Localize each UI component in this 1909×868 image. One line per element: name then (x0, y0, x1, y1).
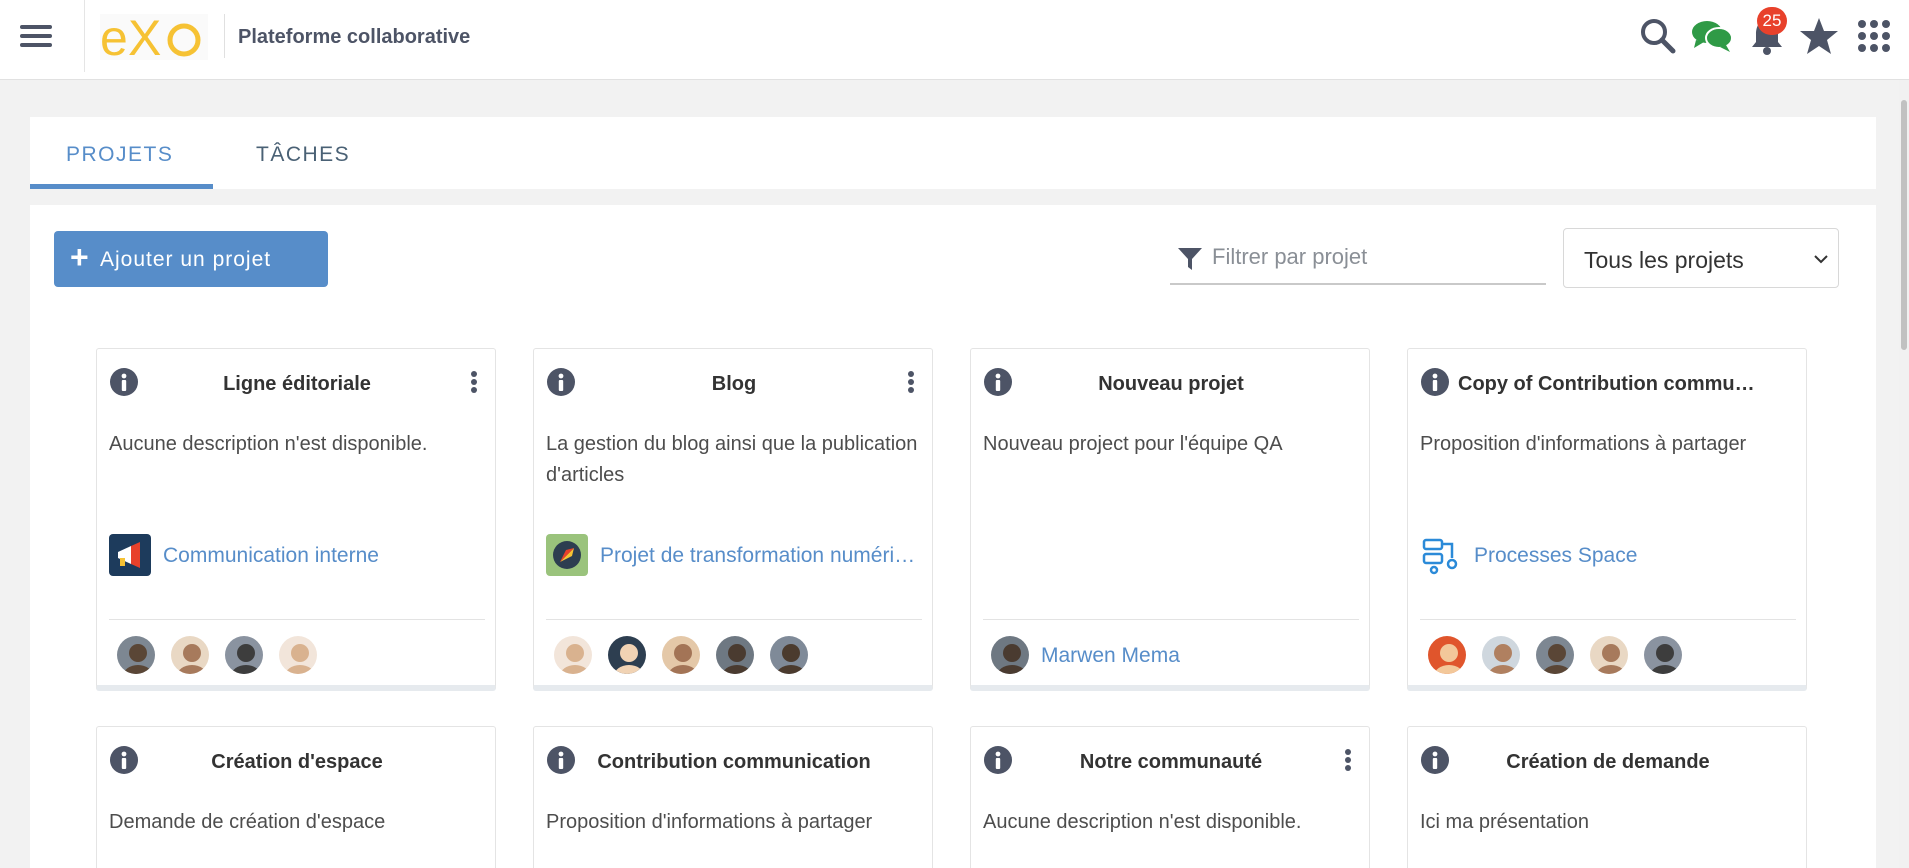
avatar[interactable] (989, 634, 1031, 676)
notification-badge: 25 (1757, 7, 1787, 35)
info-icon[interactable] (983, 367, 1013, 397)
avatar[interactable] (768, 634, 810, 676)
project-space: Projet de transformation numérique (546, 534, 922, 576)
divider (546, 619, 922, 620)
project-description: Nouveau project pour l'équipe QA (983, 433, 1283, 455)
project-title: Copy of Contribution communication (1458, 373, 1758, 395)
project-description: Aucune description n'est disponible. (109, 433, 428, 455)
apps-grid-icon[interactable] (1854, 16, 1894, 56)
project-title: Contribution communication (597, 751, 871, 773)
project-card[interactable]: Copy of Contribution communication Propos… (1407, 348, 1807, 691)
project-description: Proposition d'informations à partager (1420, 433, 1747, 455)
avatar[interactable] (660, 634, 702, 676)
tab-taches[interactable]: TÂCHES (243, 117, 393, 189)
info-icon[interactable] (546, 367, 576, 397)
project-space: Processes Space (1420, 534, 1796, 576)
project-card[interactable]: Ligne éditoriale Aucune description n'est… (96, 348, 496, 691)
info-icon[interactable] (109, 367, 139, 397)
process-flow-icon (1420, 534, 1462, 576)
info-icon[interactable] (109, 745, 139, 775)
project-description: La gestion du blog ainsi que la publicat… (546, 433, 918, 486)
star-icon[interactable] (1799, 16, 1839, 56)
plus-icon: + (70, 239, 90, 275)
project-card[interactable]: Notre communauté Aucune description n'est… (970, 726, 1370, 868)
chat-icon[interactable] (1690, 16, 1733, 56)
project-type-select[interactable]: Tous les projets (1563, 228, 1839, 288)
project-title: Ligne éditoriale (223, 373, 371, 395)
tab-projets[interactable]: PROJETS (30, 117, 213, 189)
avatar[interactable] (169, 634, 211, 676)
chevron-down-icon (1814, 255, 1828, 264)
avatar[interactable] (115, 634, 157, 676)
avatar[interactable] (606, 634, 648, 676)
divider (1420, 619, 1796, 620)
more-options-icon[interactable] (1341, 747, 1355, 777)
project-title: Création d'espace (211, 751, 383, 773)
project-title: Création de demande (1506, 751, 1710, 773)
filter-input[interactable] (1212, 239, 1532, 275)
avatar[interactable] (277, 634, 319, 676)
scrollbar-thumb[interactable] (1901, 100, 1907, 350)
scrollbar[interactable] (1899, 80, 1909, 868)
select-value: Tous les projets (1584, 247, 1744, 273)
project-title: Notre communauté (1079, 751, 1263, 773)
project-card[interactable]: Contribution communication Proposition d'… (533, 726, 933, 868)
manager-name[interactable]: Marwen Mema (1041, 644, 1180, 668)
project-card[interactable]: Blog La gestion du blog ainsi que la publ… (533, 348, 933, 691)
search-icon[interactable] (1638, 16, 1678, 56)
avatar[interactable] (1534, 634, 1576, 676)
more-options-icon[interactable] (904, 369, 918, 399)
info-icon[interactable] (1420, 745, 1450, 775)
add-project-label: Ajouter un projet (100, 248, 272, 271)
app-title: Plateforme collaborative (238, 26, 471, 48)
project-card[interactable]: Création de demande Ici ma présentation (1407, 726, 1807, 868)
space-link[interactable]: Projet de transformation numérique (600, 544, 920, 568)
tabs-bar: PROJETS TÂCHES (30, 117, 1876, 189)
menu-icon[interactable] (20, 20, 54, 54)
avatar[interactable] (714, 634, 756, 676)
avatar[interactable] (1426, 634, 1468, 676)
avatar[interactable] (1480, 634, 1522, 676)
project-description: Demande de création d'espace (109, 811, 386, 833)
project-description: Proposition d'informations à partager (546, 811, 873, 833)
project-description: Ici ma présentation (1420, 811, 1589, 833)
project-title: Nouveau projet (1098, 373, 1244, 395)
project-filter (1170, 235, 1546, 285)
divider (224, 14, 225, 58)
svg-text:X: X (128, 14, 161, 60)
tab-label: TÂCHES (256, 143, 351, 166)
divider (84, 0, 85, 72)
project-card[interactable]: Nouveau projet Nouveau project pour l'équ… (970, 348, 1370, 691)
project-title: Blog (711, 373, 757, 395)
divider (983, 619, 1359, 620)
more-options-icon[interactable] (467, 369, 481, 399)
info-icon[interactable] (1420, 367, 1450, 397)
space-link[interactable]: Processes Space (1474, 544, 1794, 568)
rocket-icon (546, 534, 588, 576)
space-link[interactable]: Communication interne (163, 544, 483, 568)
divider (109, 619, 485, 620)
project-space: Communication interne (109, 534, 485, 576)
project-description: Aucune description n'est disponible. (983, 811, 1302, 833)
avatar[interactable] (1588, 634, 1630, 676)
company-logo[interactable]: e X (100, 10, 208, 66)
tab-label: PROJETS (66, 143, 174, 166)
info-icon[interactable] (983, 745, 1013, 775)
avatar[interactable] (552, 634, 594, 676)
info-icon[interactable] (546, 745, 576, 775)
project-card[interactable]: Création d'espace Demande de création d'e… (96, 726, 496, 868)
avatar[interactable] (1642, 634, 1684, 676)
add-project-button[interactable]: + Ajouter un projet (54, 231, 328, 287)
avatar[interactable] (223, 634, 265, 676)
top-bar: e X Plateforme collaborative 25 (0, 0, 1909, 80)
megaphone-icon (109, 534, 151, 576)
svg-text:e: e (100, 14, 128, 60)
filter-icon (1178, 248, 1202, 270)
